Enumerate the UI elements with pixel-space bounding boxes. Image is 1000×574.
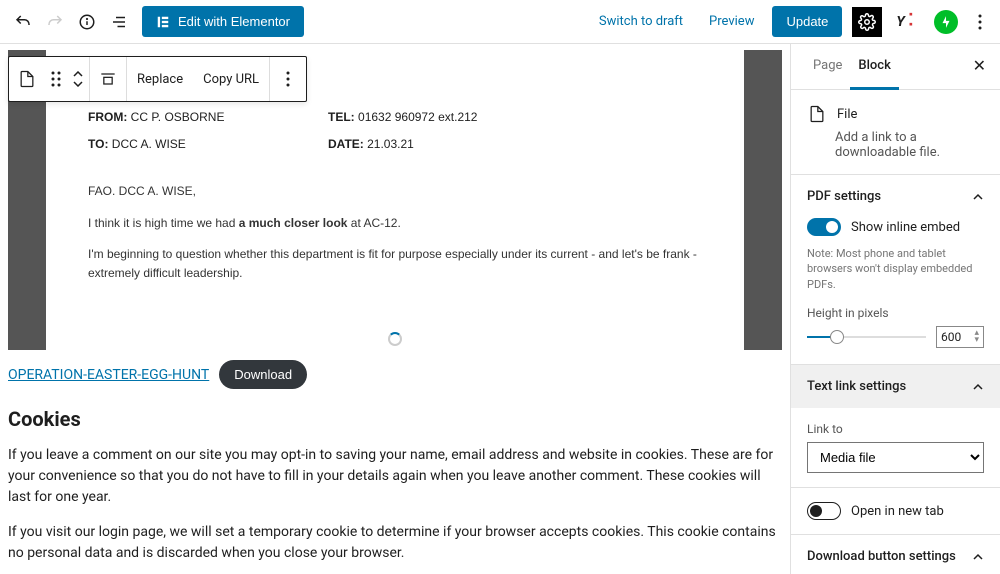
elementor-button[interactable]: Edit with Elementor — [142, 6, 304, 37]
doc-from-value: CC P. OSBORNE — [131, 110, 225, 124]
chevron-up-icon — [972, 551, 984, 563]
download-button[interactable]: Download — [219, 360, 307, 389]
doc-p1: I think it is high time we had a much cl… — [88, 214, 702, 233]
preview-link[interactable]: Preview — [701, 8, 762, 35]
text-link-header[interactable]: Text link settings — [791, 365, 1000, 408]
stepper-icon[interactable]: ▴▾ — [974, 330, 979, 344]
page-content: Cookies If you leave a comment on our si… — [0, 399, 790, 574]
doc-to-value: DCC A. WISE — [112, 137, 186, 151]
doc-p2: I'm beginning to question whether this d… — [88, 245, 702, 283]
elementor-icon — [156, 15, 170, 29]
settings-icon[interactable] — [852, 7, 882, 37]
doc-fao: FAO. DCC A. WISE, — [88, 182, 702, 201]
copy-url-button[interactable]: Copy URL — [193, 57, 269, 101]
open-new-tab-toggle[interactable] — [807, 502, 841, 520]
toolbar-right: Switch to draft Preview Update Y⠅ — [591, 6, 992, 37]
block-type-desc: Add a link to a downloadable file. — [791, 130, 1000, 174]
pdf-note: Note: Most phone and tablet browsers won… — [807, 246, 984, 292]
doc-to-label: TO: — [88, 137, 108, 151]
update-button[interactable]: Update — [772, 6, 842, 37]
toolbar-left: Edit with Elementor — [8, 6, 304, 37]
loading-spinner-icon — [388, 332, 402, 346]
doc-date-label: DATE: — [328, 137, 364, 151]
doc-from-label: FROM: — [88, 110, 127, 124]
replace-button[interactable]: Replace — [127, 57, 193, 101]
link-to-select[interactable]: Media file — [807, 442, 984, 473]
yoast-icon[interactable]: Y⠅ — [892, 14, 924, 30]
pdf-settings-section: PDF settings Show inline embed Note: Mos… — [791, 175, 1000, 365]
redo-icon[interactable] — [40, 7, 70, 37]
cookies-heading: Cookies — [8, 407, 782, 431]
chevron-up-icon — [972, 381, 984, 393]
chevron-up-icon — [972, 191, 984, 203]
doc-tel-label: TEL: — [328, 110, 355, 124]
height-slider[interactable] — [807, 336, 926, 338]
info-icon[interactable] — [72, 7, 102, 37]
content-p2: If you visit our login page, we will set… — [8, 522, 782, 564]
download-settings-section: Download button settings Show download b… — [791, 534, 1000, 574]
text-link-section: Text link settings Link to Media file Op… — [791, 365, 1000, 534]
move-icon[interactable] — [67, 57, 89, 101]
block-toolbar: Replace Copy URL — [8, 56, 307, 102]
editor-canvas: Replace Copy URL FROM: CC P. OSBORNE TEL… — [0, 44, 790, 574]
close-icon[interactable]: ✕ — [973, 56, 986, 75]
jetpack-icon[interactable] — [934, 10, 958, 34]
elementor-label: Edit with Elementor — [178, 14, 290, 29]
file-row: OPERATION-EASTER-EGG-HUNT Download — [0, 350, 790, 399]
show-inline-toggle[interactable] — [807, 218, 841, 236]
doc-tel-value: 01632 960972 ext.212 — [358, 110, 477, 124]
open-new-tab-label: Open in new tab — [851, 504, 944, 519]
more-icon[interactable] — [968, 7, 992, 37]
switch-draft-link[interactable]: Switch to draft — [591, 8, 691, 35]
align-icon[interactable] — [90, 57, 126, 101]
pdf-settings-header[interactable]: PDF settings — [791, 175, 1000, 218]
show-inline-label: Show inline embed — [851, 220, 960, 235]
tab-block[interactable]: Block — [850, 44, 898, 90]
content-p1: If you leave a comment on our site you m… — [8, 445, 782, 508]
file-name-link[interactable]: OPERATION-EASTER-EGG-HUNT — [8, 367, 209, 383]
tab-page[interactable]: Page — [805, 44, 850, 89]
sidebar-tabs: Page Block ✕ — [791, 44, 1000, 90]
top-toolbar: Edit with Elementor Switch to draft Prev… — [0, 0, 1000, 44]
block-more-icon[interactable] — [270, 57, 306, 101]
link-to-label: Link to — [807, 422, 984, 436]
outline-icon[interactable] — [104, 7, 134, 37]
main-area: Replace Copy URL FROM: CC P. OSBORNE TEL… — [0, 44, 1000, 574]
drag-handle-icon[interactable] — [45, 57, 67, 101]
height-label: Height in pixels — [807, 306, 984, 320]
height-input[interactable]: 600▴▾ — [936, 326, 984, 348]
file-block-icon[interactable] — [9, 57, 45, 101]
download-settings-header[interactable]: Download button settings — [791, 535, 1000, 574]
doc-date-value: 21.03.21 — [367, 137, 414, 151]
block-info-section: File Add a link to a downloadable file. — [791, 90, 1000, 175]
settings-sidebar: Page Block ✕ File Add a link to a downlo… — [790, 44, 1000, 574]
undo-icon[interactable] — [8, 7, 38, 37]
file-icon — [807, 104, 827, 124]
block-type-label: File — [837, 107, 857, 122]
